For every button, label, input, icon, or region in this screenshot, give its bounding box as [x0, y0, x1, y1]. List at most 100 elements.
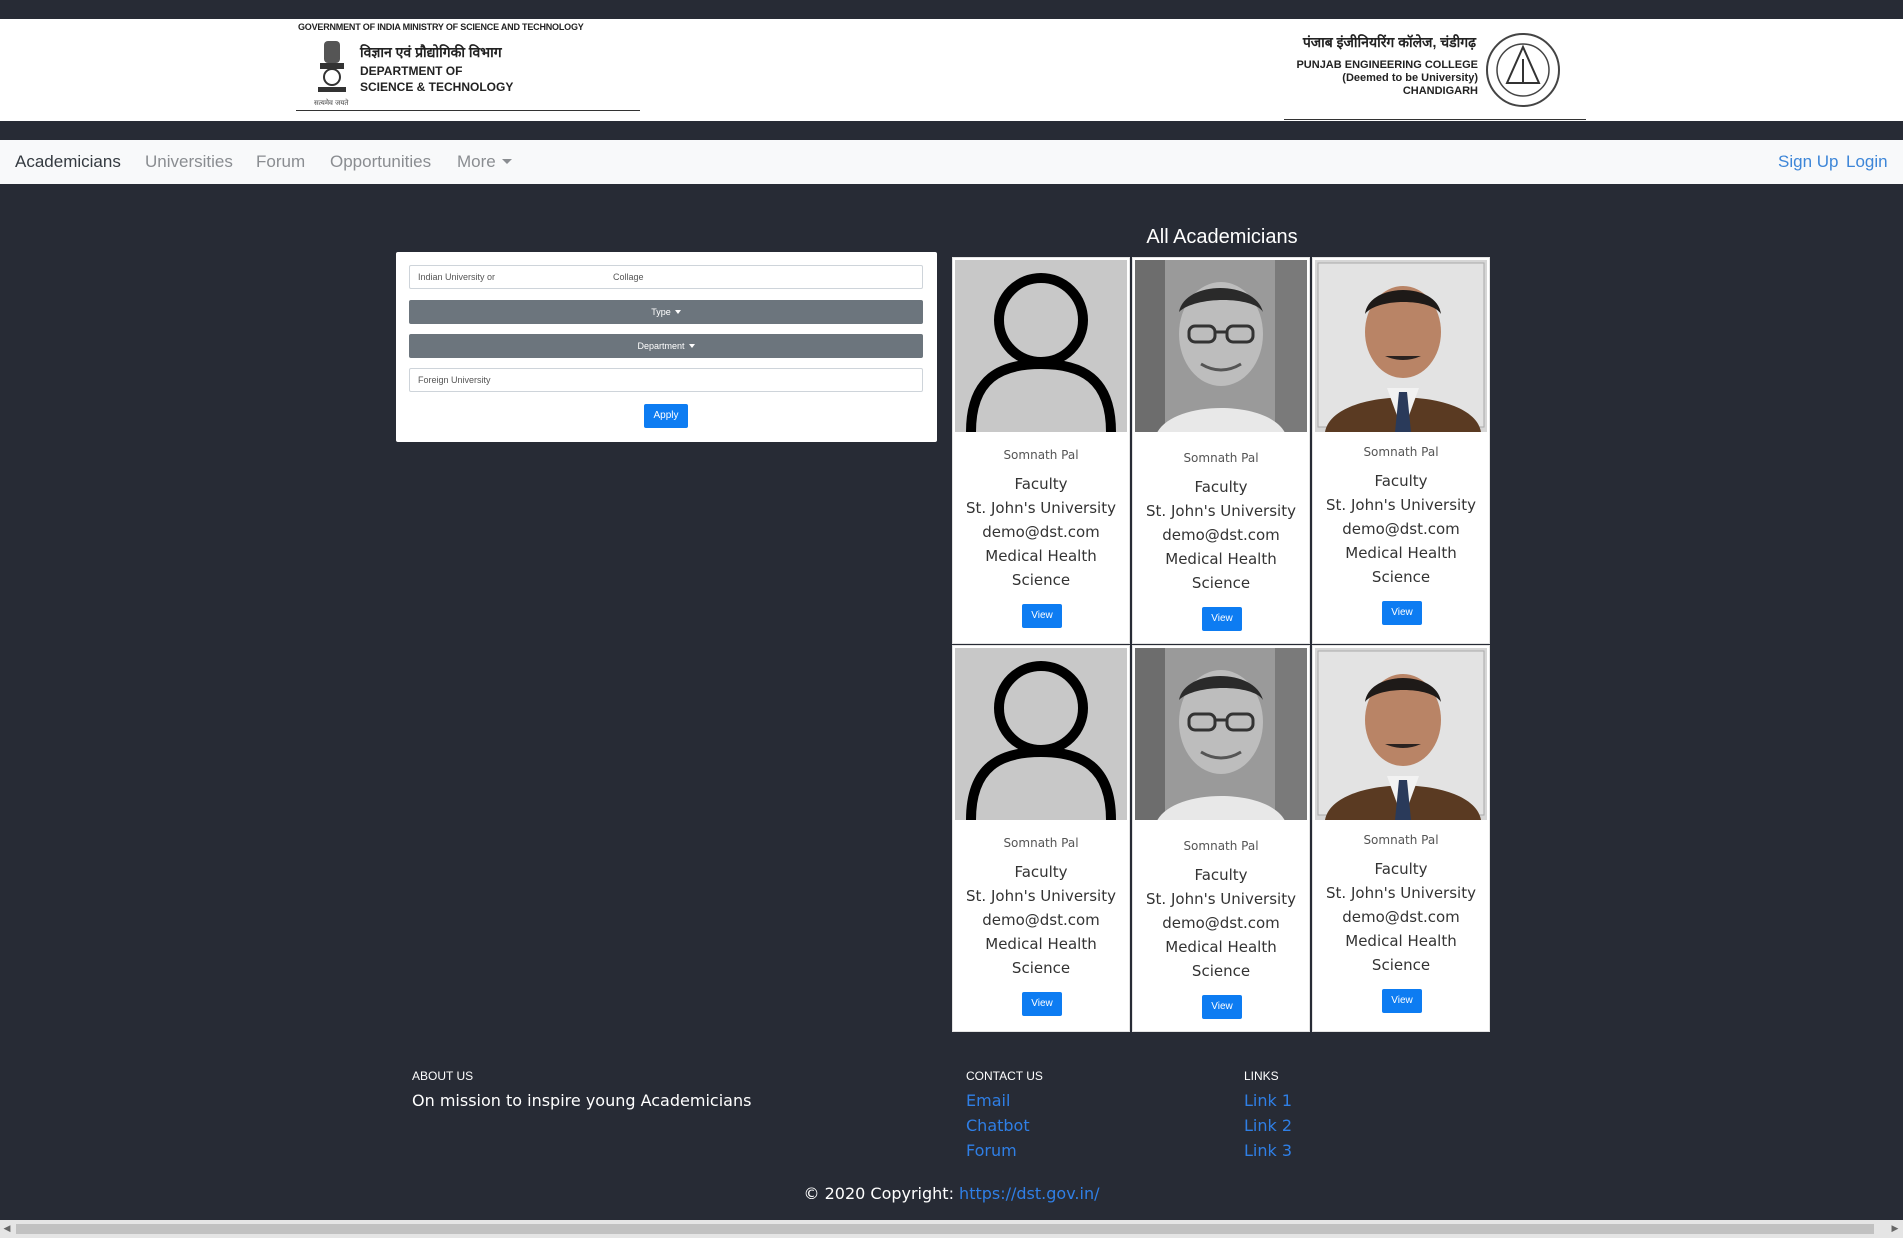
academician-role: Faculty [1194, 866, 1248, 884]
foreign-university-input[interactable]: Foreign University [409, 368, 923, 392]
academician-email: demo@dst.com [1342, 908, 1460, 926]
about-heading: ABOUT US [412, 1069, 474, 1083]
academician-dept: Medical Health [985, 935, 1097, 953]
about-text: On mission to inspire young Academicians [412, 1091, 752, 1110]
academician-dept-cont: Science [1371, 956, 1431, 974]
pec-logo[interactable]: पंजाब इंजीनियरिंग कॉलेज, चंडीगढ़ PUNJAB … [1284, 19, 1586, 120]
academician-details: Faculty St. John's University demo@dst.com… [1313, 469, 1489, 589]
department-dropdown[interactable]: Department [409, 334, 923, 358]
header-divider [0, 121, 1903, 140]
scrollbar-thumb[interactable] [16, 1224, 1874, 1234]
profile-photo [1315, 260, 1487, 432]
academician-details: Faculty St. John's University demo@dst.com… [1133, 863, 1309, 983]
academician-details: Faculty St. John's University demo@dst.com… [1133, 475, 1309, 595]
dst-logo[interactable]: GOVERNMENT OF INDIA MINISTRY OF SCIENCE … [296, 19, 640, 111]
academician-name: Somnath Pal [1183, 451, 1259, 465]
copyright-link[interactable]: https://dst.gov.in/ [959, 1184, 1099, 1203]
view-button[interactable]: View [1382, 601, 1422, 625]
horizontal-scrollbar[interactable]: ◀ ▶ [0, 1220, 1903, 1238]
academician-dept: Medical Health [1345, 932, 1457, 950]
scroll-left-icon[interactable]: ◀ [2, 1224, 12, 1234]
academician-university: St. John's University [1326, 884, 1476, 902]
academician-name: Somnath Pal [1183, 839, 1259, 853]
view-button[interactable]: View [1022, 992, 1062, 1016]
login-link[interactable]: Login [1846, 152, 1888, 172]
academician-email: demo@dst.com [982, 911, 1100, 929]
pec-seal-icon [1486, 33, 1560, 107]
academician-card: Somnath Pal Faculty St. John's University d… [1132, 645, 1310, 1032]
view-button[interactable]: View [1022, 604, 1062, 628]
academician-card: Somnath Pal Faculty St. John's University d… [1312, 645, 1490, 1032]
signup-link[interactable]: Sign Up [1778, 152, 1838, 172]
chevron-down-icon [501, 159, 512, 164]
nav-universities[interactable]: Universities [145, 152, 233, 172]
academician-name: Somnath Pal [1363, 833, 1439, 847]
type-dropdown[interactable]: Type [409, 300, 923, 324]
view-button[interactable]: View [1202, 607, 1242, 631]
copyright: © 2020 Copyright: https://dst.gov.in/ [803, 1184, 1100, 1203]
academician-role: Faculty [1014, 863, 1068, 881]
emblem-motto: सत्यमेव जयते [314, 99, 349, 107]
contact-email-link[interactable]: Email [966, 1091, 1010, 1110]
academician-email: demo@dst.com [1162, 914, 1280, 932]
profile-photo [1315, 648, 1487, 820]
view-button[interactable]: View [1382, 989, 1422, 1013]
academician-details: Faculty St. John's University demo@dst.com… [1313, 857, 1489, 977]
gov-line: GOVERNMENT OF INDIA MINISTRY OF SCIENCE … [298, 22, 584, 32]
apply-button[interactable]: Apply [644, 404, 688, 428]
academician-details: Faculty St. John's University demo@dst.com… [953, 860, 1129, 980]
nav-more-dropdown[interactable]: More [457, 152, 512, 172]
contact-forum-link[interactable]: Forum [966, 1141, 1017, 1160]
scroll-right-icon[interactable]: ▶ [1890, 1224, 1900, 1234]
academician-email: demo@dst.com [982, 523, 1100, 541]
profile-photo [1135, 648, 1307, 820]
academician-university: St. John's University [1146, 890, 1296, 908]
nav-forum[interactable]: Forum [256, 152, 305, 172]
academician-dept-cont: Science [1191, 574, 1251, 592]
indian-university-input[interactable]: Indian University or Collage [409, 265, 923, 289]
footer-link-2[interactable]: Link 2 [1244, 1116, 1292, 1135]
academician-role: Faculty [1014, 475, 1068, 493]
academician-role: Faculty [1194, 478, 1248, 496]
academician-card: Somnath Pal Faculty St. John's University d… [1312, 257, 1490, 644]
academician-university: St. John's University [1146, 502, 1296, 520]
top-strip [0, 0, 1903, 19]
nav-opportunities[interactable]: Opportunities [330, 152, 431, 172]
academician-dept: Medical Health [1345, 544, 1457, 562]
academician-role: Faculty [1374, 860, 1428, 878]
nav-academicians[interactable]: Academicians [15, 152, 121, 172]
academician-name: Somnath Pal [1003, 836, 1079, 850]
academician-card: Somnath Pal Faculty St. John's University d… [952, 645, 1130, 1032]
academician-dept: Medical Health [1165, 550, 1277, 568]
academician-email: demo@dst.com [1342, 520, 1460, 538]
profile-photo [955, 648, 1127, 820]
academician-card: Somnath Pal Faculty St. John's University d… [1132, 257, 1310, 644]
navbar: Academicians Universities Forum Opportun… [0, 140, 1903, 184]
header-banner: GOVERNMENT OF INDIA MINISTRY OF SCIENCE … [0, 19, 1903, 121]
academician-name: Somnath Pal [1363, 445, 1439, 459]
academician-university: St. John's University [966, 499, 1116, 517]
view-button[interactable]: View [1202, 995, 1242, 1019]
academician-university: St. John's University [1326, 496, 1476, 514]
pec-english-name: PUNJAB ENGINEERING COLLEGE (Deemed to be… [1296, 59, 1478, 97]
grid-title: All Academicians [1146, 226, 1298, 248]
academician-dept-cont: Science [1371, 568, 1431, 586]
academician-university: St. John's University [966, 887, 1116, 905]
academician-dept-cont: Science [1011, 571, 1071, 589]
links-heading: LINKS [1244, 1069, 1279, 1083]
contact-chatbot-link[interactable]: Chatbot [966, 1116, 1030, 1135]
chevron-down-icon [688, 344, 695, 348]
footer-link-3[interactable]: Link 3 [1244, 1141, 1292, 1160]
academician-email: demo@dst.com [1162, 526, 1280, 544]
chevron-down-icon [674, 310, 681, 314]
profile-photo [1135, 260, 1307, 432]
footer-link-1[interactable]: Link 1 [1244, 1091, 1292, 1110]
pec-hindi-name: पंजाब इंजीनियरिंग कॉलेज, चंडीगढ़ [1302, 34, 1476, 50]
academician-dept: Medical Health [1165, 938, 1277, 956]
academician-dept-cont: Science [1191, 962, 1251, 980]
ashoka-emblem-icon [318, 41, 346, 92]
academician-details: Faculty St. John's University demo@dst.com… [953, 472, 1129, 592]
academician-role: Faculty [1374, 472, 1428, 490]
dst-english-name: DEPARTMENT OF SCIENCE & TECHNOLOGY [360, 64, 514, 94]
profile-photo [955, 260, 1127, 432]
